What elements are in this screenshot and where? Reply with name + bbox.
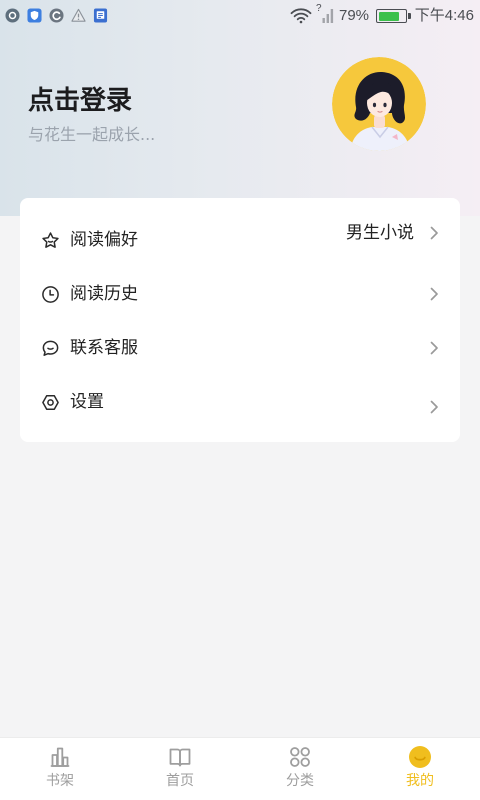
battery-percent: 79% bbox=[339, 7, 370, 24]
clock-time: 下午4:46 bbox=[414, 7, 474, 24]
login-title[interactable]: 点击登录 bbox=[28, 84, 308, 118]
battery-icon bbox=[376, 9, 411, 23]
bookshelf-icon bbox=[48, 745, 72, 769]
app-circle-icon bbox=[5, 8, 20, 23]
notification-icons bbox=[5, 8, 108, 24]
signal-icon bbox=[322, 7, 334, 24]
tab-label: 我的 bbox=[406, 773, 434, 789]
girl-avatar-illustration bbox=[332, 57, 426, 151]
tab-category[interactable]: 分类 bbox=[240, 738, 360, 800]
chevron-right-icon bbox=[430, 341, 439, 355]
login-subtitle: 与花生一起成长... bbox=[28, 125, 156, 144]
warning-icon bbox=[71, 8, 86, 23]
battery-fill bbox=[378, 11, 400, 21]
avatar[interactable] bbox=[332, 57, 426, 151]
bottom-tab-bar: 书架 首页 分类 我的 bbox=[0, 737, 480, 800]
menu-item-reading-preference[interactable]: 阅读偏好 男生小说 bbox=[20, 213, 460, 267]
menu-item-customer-service[interactable]: 联系客服 bbox=[20, 321, 460, 375]
book-icon bbox=[168, 745, 192, 769]
menu-item-label: 设置 bbox=[70, 392, 104, 412]
tab-label: 书架 bbox=[46, 773, 74, 789]
profile-screen: ? 79% 下午4:46 点击登录 与花生一起成长... 阅读偏好 男生小说 阅… bbox=[0, 0, 480, 800]
clock-icon bbox=[41, 285, 60, 304]
wifi-icon bbox=[290, 7, 312, 24]
menu-item-settings[interactable]: 设置 bbox=[20, 375, 460, 429]
tab-bookshelf[interactable]: 书架 bbox=[0, 738, 120, 800]
sync-icon bbox=[49, 8, 64, 23]
menu-item-reading-history[interactable]: 阅读历史 bbox=[20, 267, 460, 321]
menu-item-label: 阅读偏好 bbox=[70, 230, 138, 250]
signal-label: ? bbox=[316, 3, 322, 14]
tab-label: 首页 bbox=[166, 773, 194, 789]
login-area[interactable]: 点击登录 与花生一起成长... bbox=[28, 84, 308, 148]
tab-home[interactable]: 首页 bbox=[120, 738, 240, 800]
tab-label: 分类 bbox=[286, 773, 314, 789]
shield-icon bbox=[27, 8, 42, 23]
document-icon bbox=[93, 8, 108, 23]
menu-item-label: 阅读历史 bbox=[70, 284, 138, 304]
menu-item-label: 联系客服 bbox=[70, 338, 138, 358]
star-icon bbox=[41, 231, 60, 250]
tab-mine[interactable]: 我的 bbox=[360, 738, 480, 800]
settings-icon bbox=[41, 393, 60, 412]
menu-item-value: 男生小说 bbox=[346, 223, 414, 243]
chevron-right-icon bbox=[430, 400, 439, 414]
category-icon bbox=[288, 745, 312, 769]
chevron-right-icon bbox=[430, 287, 439, 301]
chevron-right-icon bbox=[430, 226, 439, 240]
smile-icon bbox=[408, 745, 432, 769]
status-bar: ? 79% 下午4:46 bbox=[0, 0, 480, 32]
menu-card: 阅读偏好 男生小说 阅读历史 联系客服 设置 bbox=[20, 198, 460, 442]
chat-icon bbox=[41, 339, 60, 358]
